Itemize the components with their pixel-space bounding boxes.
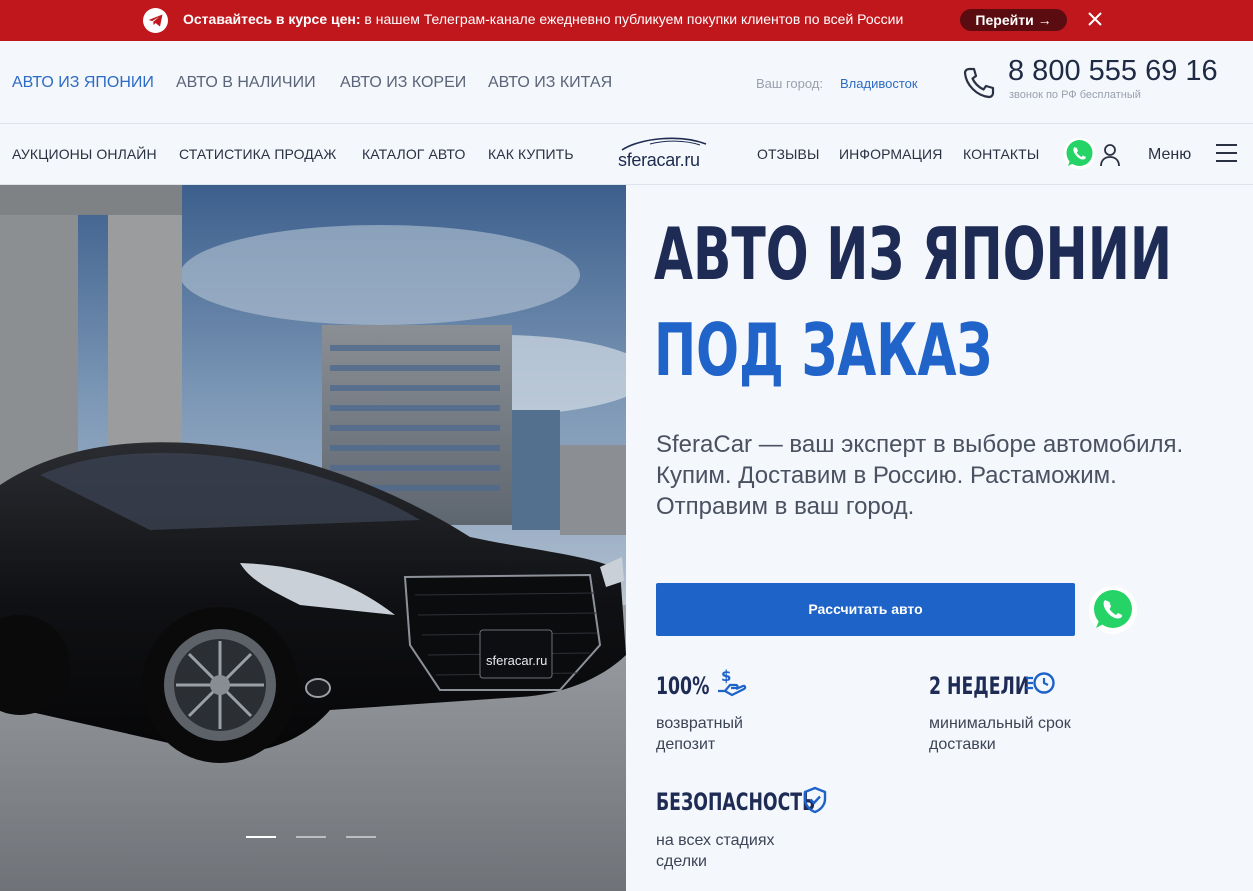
shield-icon (802, 786, 828, 819)
nav-item-auctions[interactable]: АУКЦИОНЫ ОНЛАЙН (12, 146, 157, 162)
svg-text:$: $ (721, 667, 731, 685)
nav-item-japan[interactable]: АВТО ИЗ ЯПОНИИ (12, 74, 154, 92)
feature-title-safety: БЕЗОПАСНОСТЬ (656, 788, 816, 816)
banner-body-text: в нашем Телеграм-канале ежедневно публик… (360, 11, 904, 27)
nav-item-contacts[interactable]: КОНТАКТЫ (963, 146, 1039, 162)
phone-icon (962, 66, 996, 105)
hero-lead-line2: Купим. Доставим в Россию. Растаможим. (656, 462, 1117, 489)
nav-item-reviews[interactable]: ОТЗЫВЫ (757, 146, 819, 162)
promo-banner: Оставайтесь в курсе цен: в нашем Телегра… (0, 0, 1253, 41)
menu-label[interactable]: Меню (1148, 146, 1191, 164)
slider-dot-active[interactable] (246, 836, 276, 838)
hero-lead: SferaCar — ваш эксперт в выборе автомоби… (656, 429, 1216, 522)
calculate-car-button[interactable]: Рассчитать авто (656, 583, 1075, 636)
hero-lead-line1: SferaCar — ваш эксперт в выборе автомоби… (656, 431, 1184, 458)
city-label: Ваш город: (756, 76, 823, 91)
slider-dot[interactable] (346, 836, 376, 838)
site-logo[interactable]: sferacar.ru (616, 134, 710, 174)
user-icon[interactable] (1099, 143, 1121, 172)
hero-car-photo: sferacar.ru (0, 185, 626, 891)
feature-title-deposit: 100% (656, 672, 710, 700)
feature-desc-delivery: минимальный срок доставки (929, 715, 1071, 753)
top-nav: АВТО ИЗ ЯПОНИИ АВТО В НАЛИЧИИ АВТО ИЗ КО… (0, 41, 1253, 123)
clock-icon (1025, 670, 1057, 701)
feature-desc-safety: на всех стадиях сделки (656, 832, 775, 870)
hero-title-line2: ПОД ЗАКАЗ (654, 308, 993, 392)
nav-item-how-to-buy[interactable]: КАК КУПИТЬ (488, 146, 574, 162)
close-icon[interactable] (1086, 10, 1104, 28)
phone-number[interactable]: 8 800 555 69 16 (1008, 55, 1218, 88)
hamburger-icon[interactable] (1216, 144, 1237, 162)
car-photo-illustration: sferacar.ru (0, 185, 626, 891)
main-nav: АУКЦИОНЫ ОНЛАЙН СТАТИСТИКА ПРОДАЖ КАТАЛО… (0, 124, 1253, 184)
nav-item-info[interactable]: ИНФОРМАЦИЯ (839, 146, 942, 162)
feature-desc-deposit: возвратный депозит (656, 715, 743, 753)
slider-dot[interactable] (296, 836, 326, 838)
banner-go-button[interactable]: Перейти → (960, 9, 1067, 31)
phone-note: звонок по РФ бесплатный (1009, 89, 1141, 101)
whatsapp-icon[interactable] (1062, 136, 1097, 176)
whatsapp-icon[interactable] (1088, 585, 1138, 640)
plate-text: sferacar.ru (486, 653, 547, 668)
nav-item-korea[interactable]: АВТО ИЗ КОРЕИ (340, 74, 466, 92)
deposit-icon: $ (716, 667, 750, 706)
nav-item-in-stock[interactable]: АВТО В НАЛИЧИИ (176, 74, 316, 92)
city-selector[interactable]: Владивосток (840, 76, 918, 91)
logo-text: sferacar.ru (618, 150, 700, 170)
hero-lead-line3: Отправим в ваш город. (656, 493, 915, 520)
nav-item-stats[interactable]: СТАТИСТИКА ПРОДАЖ (179, 146, 336, 162)
feature-title-delivery: 2 НЕДЕЛИ (929, 672, 1030, 700)
nav-item-catalog[interactable]: КАТАЛОГ АВТО (362, 146, 465, 162)
hero-title-line1: АВТО ИЗ ЯПОНИИ (654, 212, 1173, 296)
banner-text: Оставайтесь в курсе цен: в нашем Телегра… (183, 11, 903, 27)
nav-item-china[interactable]: АВТО ИЗ КИТАЯ (488, 74, 612, 92)
telegram-icon[interactable] (143, 8, 168, 33)
banner-bold-text: Оставайтесь в курсе цен: (183, 11, 361, 27)
